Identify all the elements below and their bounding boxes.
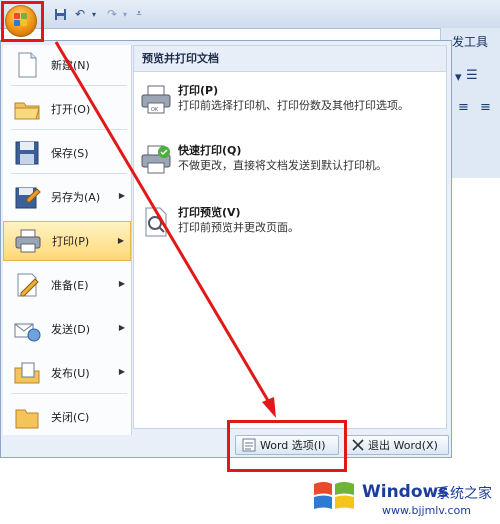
annotation-arrow (54, 41, 276, 418)
windows-logo-icon (314, 482, 354, 509)
windows-watermark: Windows 系统之家 www.bjjmlv.com (312, 470, 500, 524)
watermark-url: www.bjjmlv.com (382, 504, 471, 517)
watermark-cn: 系统之家 (436, 486, 492, 502)
